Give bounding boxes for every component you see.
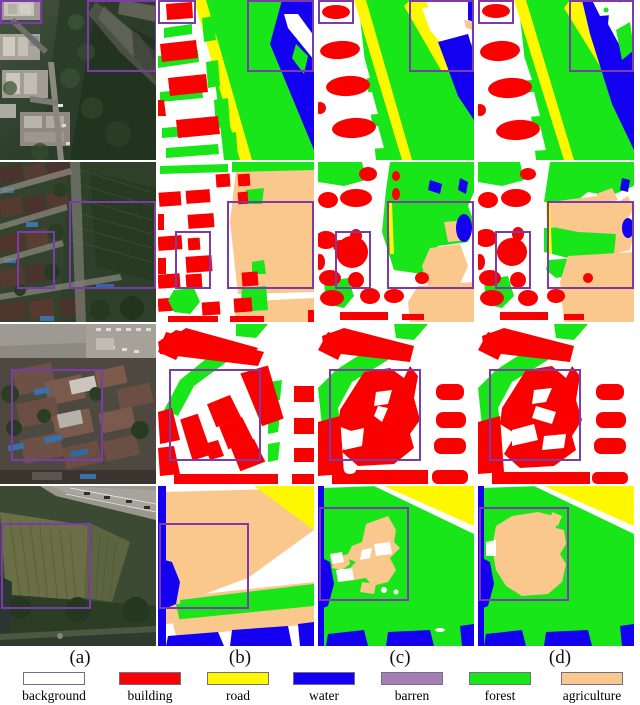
panel-row1-groundtruth	[158, 0, 314, 160]
legend-swatch-agriculture	[561, 672, 623, 685]
legend-swatch-road	[207, 672, 269, 685]
legend-swatch-water	[293, 672, 355, 685]
column-label-b: (b)	[228, 647, 252, 668]
column-label-d: (d)	[548, 647, 572, 668]
legend-item-barren: barren	[368, 672, 456, 704]
legend-item-background: background	[2, 672, 106, 704]
panel-row2-image	[0, 162, 156, 322]
legend-label-background: background	[22, 688, 86, 703]
legend-swatch-barren	[381, 672, 443, 685]
column-label-c: (c)	[389, 647, 411, 668]
panel-row2-prediction-c	[318, 162, 474, 322]
legend-swatch-background	[23, 672, 85, 685]
panel-row2-groundtruth	[158, 162, 314, 322]
segmentation-comparison-figure: (a) (b) (c) (d) background building road…	[0, 0, 640, 705]
legend-label-agriculture: agriculture	[562, 688, 622, 703]
legend-label-building: building	[127, 688, 173, 703]
column-labels: (a) (b) (c) (d)	[0, 646, 640, 672]
panel-row4-image	[0, 486, 156, 646]
legend-label-barren: barren	[394, 688, 430, 703]
panel-row4-prediction-c	[318, 486, 474, 646]
legend-swatch-forest	[469, 672, 531, 685]
legend-item-building: building	[106, 672, 194, 704]
legend-item-road: road	[196, 672, 280, 704]
legend-label-water: water	[309, 688, 339, 703]
panel-row4-prediction-d	[478, 486, 634, 646]
legend-swatch-building	[119, 672, 181, 685]
panel-row1-prediction-c	[318, 0, 474, 160]
panel-row1-prediction-d	[478, 0, 634, 160]
legend-item-water: water	[282, 672, 366, 704]
legend-label-road: road	[226, 688, 250, 703]
class-legend: background building road water barren fo…	[0, 672, 640, 705]
legend-item-agriculture: agriculture	[544, 672, 640, 704]
panel-row3-groundtruth	[158, 324, 314, 484]
panel-row2-prediction-d	[478, 162, 634, 322]
panel-row1-image	[0, 0, 156, 160]
panel-row3-prediction-c	[318, 324, 474, 484]
legend-item-forest: forest	[458, 672, 542, 704]
panel-row4-groundtruth	[158, 486, 314, 646]
legend-label-forest: forest	[484, 688, 516, 703]
panel-row3-prediction-d	[478, 324, 634, 484]
column-label-a: (a)	[69, 647, 91, 668]
panel-grid	[0, 0, 640, 646]
panel-row3-image	[0, 324, 156, 484]
